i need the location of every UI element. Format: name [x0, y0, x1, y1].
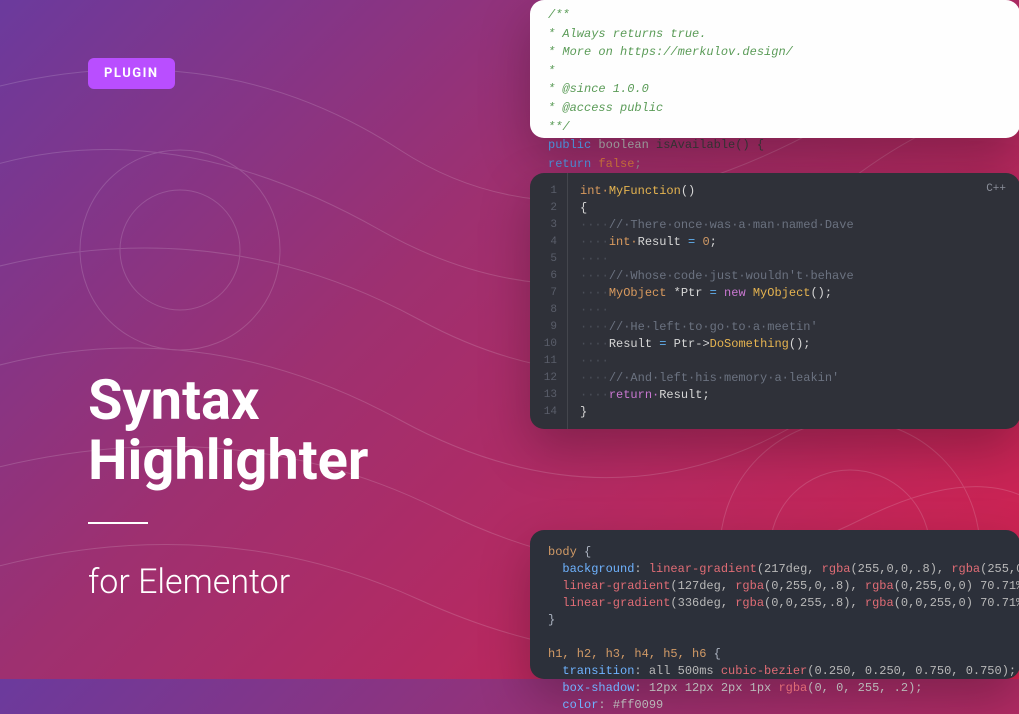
- headline-line-1: Syntax: [88, 370, 368, 430]
- code-comment: * Always returns true.: [548, 25, 1002, 44]
- code-comment: *: [548, 62, 1002, 81]
- language-badge: C++: [986, 181, 1006, 198]
- code-body: int·MyFunction() { ····//·There·once·was…: [568, 173, 1019, 429]
- code-comment: * More on https://merkulov.design/: [548, 43, 1002, 62]
- line-gutter: 123 456 789 101112 1314: [530, 173, 568, 429]
- divider: [88, 522, 148, 524]
- code-card-dark-cpp: C++ 123 456 789 101112 1314 int·MyFuncti…: [530, 173, 1019, 429]
- headline-line-2: Highlighter: [88, 430, 368, 490]
- plugin-badge: PLUGIN: [88, 58, 175, 89]
- code-card-light: /** * Always returns true. * More on htt…: [530, 0, 1019, 138]
- code-comment: /**: [548, 6, 1002, 25]
- subtitle: for Elementor: [88, 562, 290, 602]
- code-comment: * @since 1.0.0: [548, 80, 1002, 99]
- code-card-dark-css: body { background: linear-gradient(217de…: [530, 530, 1019, 679]
- code-comment: * @access public: [548, 99, 1002, 118]
- code-line: public boolean isAvailable() {: [548, 136, 1002, 155]
- code-line: return false;: [548, 155, 1002, 174]
- code-comment: **/: [548, 118, 1002, 137]
- headline: Syntax Highlighter: [88, 370, 368, 491]
